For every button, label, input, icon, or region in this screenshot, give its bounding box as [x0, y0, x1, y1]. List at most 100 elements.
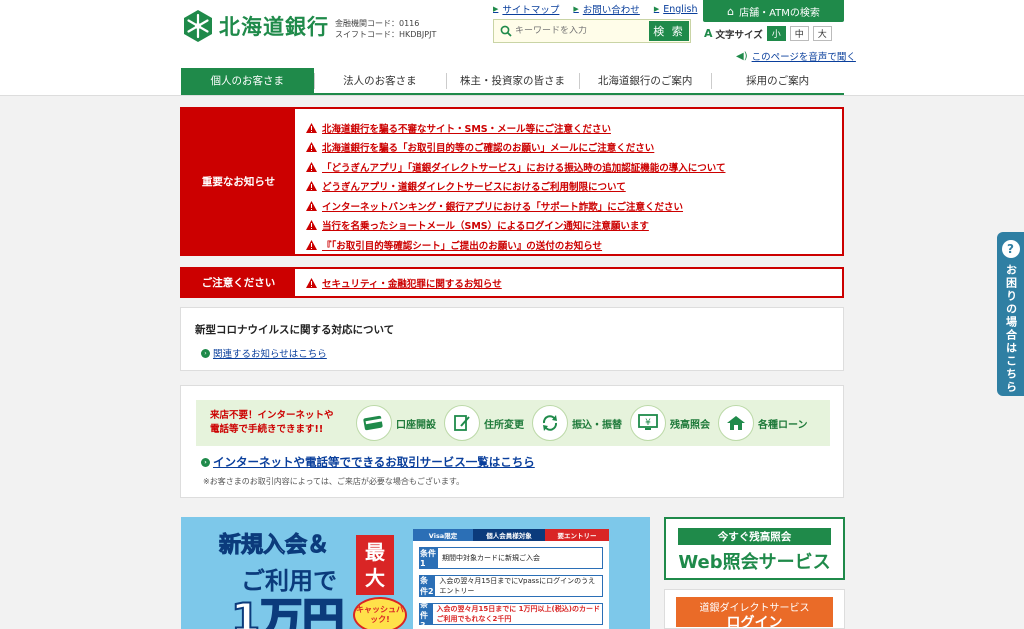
swift-code: スイフトコード：HKDBJPJT [335, 30, 437, 39]
warning-icon [306, 200, 317, 211]
corona-related-link[interactable]: 関連するお知らせはこちら [213, 346, 327, 360]
english-link[interactable]: ▶ English [654, 2, 698, 16]
store-atm-search-label: 店舗・ATMの検索 [739, 7, 820, 19]
sitemap-link[interactable]: ▶ サイトマップ [493, 2, 559, 16]
important-notice-link[interactable]: 北海道銀行を騙る不審なサイト・SMS・メール等にご注意ください [322, 121, 611, 135]
promo-max-badge: 最 大 [356, 535, 394, 595]
main-nav: 個人のお客さま 法人のお客さま 株主・投資家の皆さま 北海道銀行のご案内 採用の… [181, 68, 844, 96]
service-label: 各種ローン [758, 419, 808, 431]
direct-service-title: 道銀ダイレクトサービス [699, 603, 810, 614]
warning-icon [306, 181, 317, 192]
nav-item-corporate[interactable]: 法人のお客さま [313, 68, 447, 96]
voice-read-label: このページを音声で聞く [751, 52, 856, 63]
web-inquiry-top: 今すぐ残高照会 [678, 528, 831, 545]
list-item: 当行を名乗ったショートメール（SMS）によるログイン通知に注意願います [306, 216, 725, 236]
bank-code: 金融機関コード：0116 [335, 19, 420, 28]
contact-link[interactable]: ▶ お問い合わせ [573, 2, 639, 16]
top-links: ▶ サイトマップ ▶ お問い合わせ ▶ English [493, 2, 698, 17]
triangle-right-icon: ▶ [653, 5, 660, 13]
font-size-medium-button[interactable]: 中 [789, 26, 809, 41]
sitemap-link-label: サイトマップ [502, 5, 560, 16]
transfer-icon [532, 405, 568, 441]
promo-step-num: 条件2 [420, 576, 436, 596]
warning-icon [306, 277, 317, 288]
promo-conditions-panel: Visa限定 個人会員様対象 要エントリー 条件1 期間中対象カードに新規ご入会 … [413, 529, 609, 629]
chevron-right-icon: › [201, 348, 210, 358]
service-label: 残高照会 [670, 419, 710, 431]
service-transfer[interactable]: 振込・振替 [532, 405, 622, 441]
web-inquiry-service-banner[interactable]: 今すぐ残高照会 Web照会サービス [664, 517, 845, 580]
online-services-section: 来店不要！インターネットや 電話等で手続きできます!! 口座開設 住所変更 振込… [180, 385, 844, 498]
font-size-small-button[interactable]: 小 [766, 26, 786, 41]
warning-icon [306, 220, 317, 231]
promo-cashback-badge: キャッシュバック! [353, 597, 407, 629]
house-car-icon [718, 405, 754, 441]
important-notice-link[interactable]: 当行を名乗ったショートメール（SMS）によるログイン通知に注意願います [322, 218, 649, 232]
nav-item-recruit[interactable]: 採用のご案内 [711, 68, 844, 96]
logo[interactable]: 北海道銀行 [181, 9, 329, 43]
service-loans[interactable]: 各種ローン [718, 405, 808, 441]
important-notice-link[interactable]: インターネットバンキング・銀行アプリにおける「サポート詐欺」にご注意ください [322, 199, 683, 213]
font-size-icon: A [704, 27, 713, 40]
nav-item-about[interactable]: 北海道銀行のご案内 [578, 68, 712, 96]
help-side-tab[interactable]: ? お困りの場合はこちら [997, 232, 1024, 396]
promo-step: 条件2 入会の翌々月15日までにVpassにログインのうえエントリー [419, 575, 603, 597]
promo-step-text: 入会の翌々月15日までにVpassにログインのうえエントリー [439, 577, 596, 595]
triangle-right-icon: ▶ [493, 5, 499, 13]
important-notice-link[interactable]: 北海道銀行を騙る「お取引目的等のご確認のお願い」メールにご注意ください [322, 140, 654, 154]
font-size-switcher: A 文字サイズ 小 中 大 [704, 26, 832, 41]
login-label: ログイン [726, 615, 783, 629]
services-intro-line1: 来店不要！インターネットや [210, 410, 334, 421]
service-label: 住所変更 [484, 419, 524, 431]
voice-read-link[interactable]: ◀) このページを音声で聞く [736, 49, 856, 64]
list-item: 『「お取引目的等確認シート」ご提出のお願い』の送付のお知らせ [306, 235, 725, 255]
promo-tag: Visa限定 [413, 529, 473, 541]
services-list-link[interactable]: インターネットや電話等でできるお取引サービス一覧はこちら [213, 454, 535, 470]
services-intro-line2: 電話等で手続きできます!! [210, 424, 324, 435]
chevron-right-icon: › [201, 457, 210, 467]
list-item: 北海道銀行を騙る不審なサイト・SMS・メール等にご注意ください [306, 118, 725, 138]
search-box: 検 索 [493, 19, 691, 43]
important-notice-link[interactable]: どうぎんアプリ・道銀ダイレクトサービスにおけるご利用制限について [322, 179, 626, 193]
warning-icon [306, 142, 317, 153]
list-item: 「どうぎんアプリ」「道銀ダイレクトサービス」における振込時の追加認証機能の導入に… [306, 157, 725, 177]
security-notice-link[interactable]: セキュリティ・金融犯罪に関するお知らせ [322, 276, 502, 290]
caution-row: セキュリティ・金融犯罪に関するお知らせ [295, 269, 502, 296]
direct-service-login-box: 道銀ダイレクトサービス ログイン [664, 589, 845, 629]
logo-mark-icon [184, 10, 212, 42]
list-item: インターネットバンキング・銀行アプリにおける「サポート詐欺」にご注意ください [306, 196, 725, 216]
card-campaign-banner[interactable]: 新規入会＆ ご利用で 1万円 最 大 キャッシュバック! Visa限定 個人会員… [181, 517, 650, 629]
service-address-change[interactable]: 住所変更 [444, 405, 524, 441]
important-notice-link[interactable]: 「どうぎんアプリ」「道銀ダイレクトサービス」における振込時の追加認証機能の導入に… [322, 160, 725, 174]
promo-tag: 要エントリー [545, 529, 609, 541]
promo-tag: 個人会員様対象 [473, 529, 545, 541]
promo-step: 条件1 期間中対象カードに新規ご入会 [419, 547, 603, 569]
caution-label: ご注意ください [182, 269, 295, 296]
direct-service-login-button[interactable]: 道銀ダイレクトサービス ログイン [676, 597, 833, 629]
service-label: 振込・振替 [572, 419, 622, 431]
contact-link-label: お問い合わせ [582, 5, 640, 16]
bank-codes: 金融機関コード：0116 スイフトコード：HKDBJPJT [335, 18, 436, 40]
list-item: どうぎんアプリ・道銀ダイレクトサービスにおけるご利用制限について [306, 177, 725, 197]
promo-step-text: 期間中対象カードに新規ご入会 [442, 554, 540, 562]
nav-item-investors[interactable]: 株主・投資家の皆さま [446, 68, 579, 96]
service-account-opening[interactable]: 口座開設 [356, 405, 436, 441]
store-atm-search-button[interactable]: ⌂ 店舗・ATMの検索 [703, 0, 844, 22]
services-note: ※お客さまのお取引内容によっては、ご来店が必要な場合もございます。 [203, 477, 465, 486]
svg-text:¥: ¥ [645, 418, 651, 428]
search-input[interactable] [515, 26, 645, 36]
service-label: 口座開設 [396, 419, 436, 431]
monitor-yen-icon: ¥ [630, 405, 666, 441]
promo-step-text: 入会の翌々月15日までに 1万円以上(税込)のカードご利用でもれなく2千円 [436, 605, 600, 623]
search-button[interactable]: 検 索 [649, 21, 689, 41]
service-balance-inquiry[interactable]: ¥ 残高照会 [630, 405, 710, 441]
edit-document-icon [444, 405, 480, 441]
promo-title-line1: 新規入会＆ [218, 533, 330, 559]
services-banner[interactable]: 来店不要！インターネットや 電話等で手続きできます!! 口座開設 住所変更 振込… [196, 400, 830, 446]
corona-link-row: › 関連するお知らせはこちら [201, 346, 327, 360]
important-notice-link[interactable]: 『「お取引目的等確認シート」ご提出のお願い』の送付のお知らせ [322, 238, 602, 252]
promo-tags: Visa限定 個人会員様対象 要エントリー [413, 529, 609, 541]
important-notices-label: 重要なお知らせ [182, 109, 295, 254]
nav-item-personal[interactable]: 個人のお客さま [181, 68, 314, 96]
font-size-large-button[interactable]: 大 [812, 26, 832, 41]
